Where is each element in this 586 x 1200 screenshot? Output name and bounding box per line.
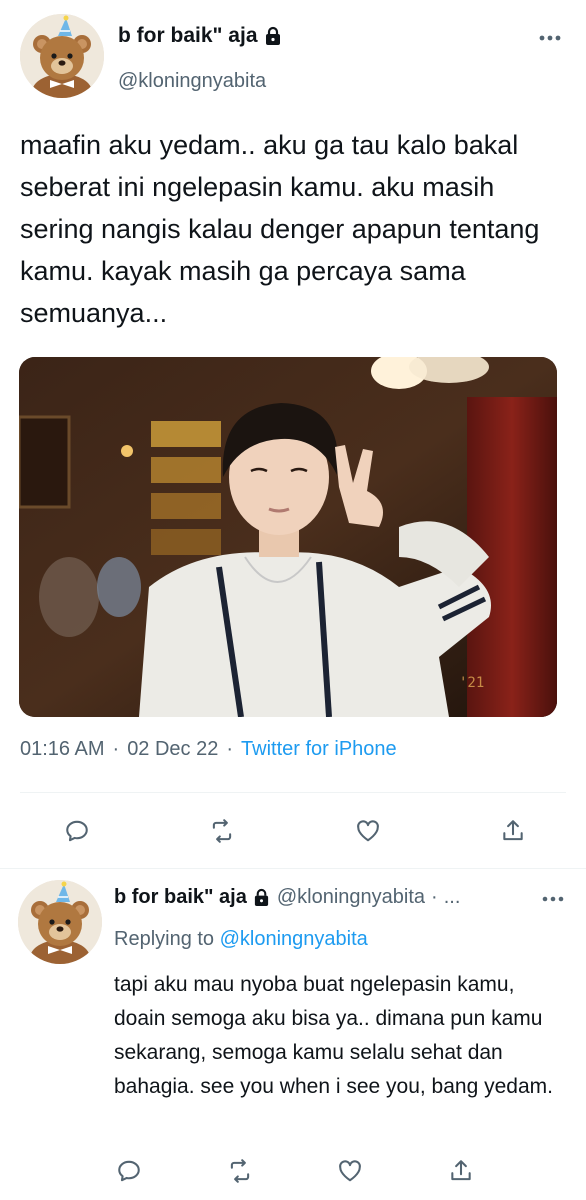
meta-separator: · xyxy=(112,738,120,760)
teddy-bear-avatar-image xyxy=(20,14,104,98)
replying-to: Replying to @kloningnyabita xyxy=(114,928,368,951)
retweet-icon xyxy=(213,819,232,843)
tweet-date[interactable]: 02 Dec 22 xyxy=(127,738,218,761)
reply-author-row: b for baik" aja @kloningnyabita · ... xyxy=(114,886,460,909)
reply-button[interactable] xyxy=(114,1156,144,1186)
retweet-button[interactable] xyxy=(207,816,237,846)
like-button[interactable] xyxy=(335,1156,365,1186)
photo-date-watermark: '21 xyxy=(459,675,484,691)
meta-separator: · xyxy=(226,738,234,760)
divider xyxy=(20,792,566,793)
more-icon[interactable] xyxy=(540,890,566,908)
tweet-time[interactable]: 01:16 AM xyxy=(20,738,105,761)
meta-separator: · xyxy=(431,886,438,908)
lock-icon xyxy=(253,888,271,908)
author-handle[interactable]: @kloningnyabita xyxy=(118,70,266,93)
replying-mention[interactable]: @kloningnyabita xyxy=(220,928,368,950)
author-name-row: b for baik" aja xyxy=(118,24,282,48)
more-icon[interactable] xyxy=(536,28,564,48)
tweet-source[interactable]: Twitter for iPhone xyxy=(241,738,397,761)
tweet-meta: 01:16 AM · 02 Dec 22 · Twitter for iPhon… xyxy=(20,738,397,761)
lock-icon xyxy=(264,26,282,46)
tweet-text: maafin aku yedam.. aku ga tau kalo bakal… xyxy=(20,130,547,328)
tweet-photo[interactable]: '21 xyxy=(19,357,557,717)
share-icon xyxy=(451,1160,471,1181)
reply-icon xyxy=(118,1160,140,1182)
share-button[interactable] xyxy=(446,1156,476,1186)
reply-button[interactable] xyxy=(62,816,92,846)
replying-label: Replying to xyxy=(114,928,215,950)
truncated-timestamp: ... xyxy=(443,886,461,908)
avatar[interactable] xyxy=(18,880,102,964)
tweet-actions xyxy=(62,816,528,846)
like-button[interactable] xyxy=(353,816,383,846)
display-name[interactable]: b for baik" aja xyxy=(118,24,258,48)
retweet-icon xyxy=(230,1159,249,1183)
share-button[interactable] xyxy=(498,816,528,846)
retweet-button[interactable] xyxy=(225,1156,255,1186)
display-name[interactable]: b for baik" aja xyxy=(114,886,247,909)
author-handle[interactable]: @kloningnyabita xyxy=(277,886,425,909)
heart-icon xyxy=(339,1160,362,1182)
reply-text: tapi aku mau nyoba buat ngelepasin kamu,… xyxy=(114,973,553,1098)
avatar[interactable] xyxy=(20,14,104,98)
share-icon xyxy=(503,820,523,841)
reply-actions xyxy=(114,1156,476,1186)
heart-icon xyxy=(356,820,379,842)
reply-icon xyxy=(66,820,88,842)
divider xyxy=(0,868,586,869)
teddy-bear-avatar-image xyxy=(18,880,102,964)
